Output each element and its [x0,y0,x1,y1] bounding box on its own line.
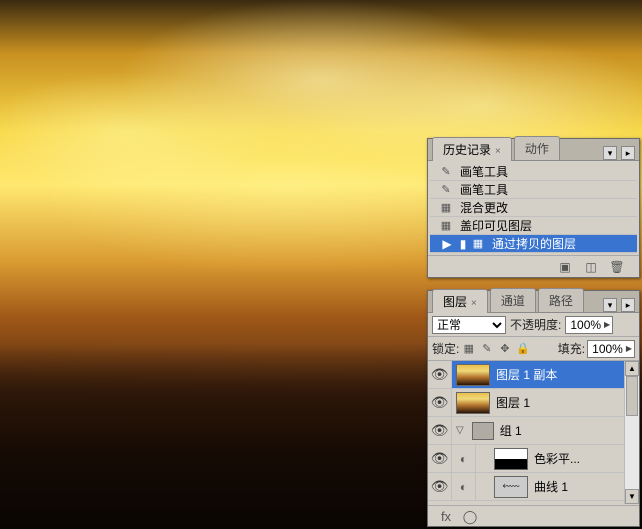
layer-name: 图层 1 [496,394,530,411]
layer-name: 色彩平... [534,450,580,467]
history-label: 画笔工具 [454,163,508,180]
layer-name: 曲线 1 [534,478,568,495]
lock-move-icon[interactable]: ✥ [497,341,512,356]
chevron-right-icon: ▶ [626,344,632,353]
layer-thumb [456,392,490,414]
history-list: ✎ 画笔工具 ✎ 画笔工具 ▦ 混合更改 ▦ 盖印可见图层 ▶ ▮ ▦ 通过拷贝… [428,161,639,255]
layer-name: 组 1 [500,422,522,439]
eye-icon[interactable]: 👁 [431,366,449,383]
history-footer: ▣ ◫ 🗑 [428,255,639,277]
fill-label: 填充: [558,340,585,357]
panel-menu-icon[interactable]: ▸ [621,146,635,160]
fx-icon[interactable]: fx [438,509,454,525]
history-label: 盖印可见图层 [454,217,532,234]
blend-opacity-row: 正常 不透明度: 100%▶ [428,313,639,337]
history-marker: ▮ [456,237,470,251]
tab-close-icon[interactable]: × [471,298,477,309]
lock-label: 锁定: [432,340,459,357]
disclose-icon[interactable]: ▽ [456,425,464,436]
fill-input[interactable]: 100%▶ [587,340,635,358]
opacity-input[interactable]: 100%▶ [565,316,613,334]
scrollbar[interactable]: ▲ ▼ [624,361,639,504]
history-label: 画笔工具 [454,181,508,198]
history-label: 混合更改 [454,199,508,216]
mask-icon[interactable]: ◯ [462,509,478,525]
panel-minimize-icon[interactable]: ▾ [603,146,617,160]
chevron-right-icon: ▶ [604,320,610,329]
new-doc-icon[interactable]: ◫ [583,260,599,274]
panel-menu-icon[interactable]: ▸ [621,298,635,312]
lock-paint-icon[interactable]: ✎ [479,341,494,356]
brush-icon: ✎ [438,165,454,179]
folder-icon [472,422,494,440]
layers-list: 👁 图层 1 副本 👁 图层 1 👁 ▽ 组 1 👁 ◐ 色彩平... 👁 ◐ ⬳… [428,361,639,505]
curves-thumb: ⬳ [494,476,528,498]
tab-close-icon[interactable]: × [495,146,501,157]
opacity-value: 100% [570,318,601,332]
layer-icon: ▦ [470,237,486,251]
eye-icon[interactable]: 👁 [431,450,449,467]
layers-footer: fx ◯ [428,505,639,527]
panel-minimize-icon[interactable]: ▾ [603,298,617,312]
tab-actions[interactable]: 动作 [514,136,560,160]
history-tabs: 历史记录 × 动作 ▾ ▸ [428,139,639,161]
eye-icon[interactable]: 👁 [431,422,449,439]
blend-mode-select[interactable]: 正常 [432,316,506,334]
scroll-down-icon[interactable]: ▼ [625,489,639,504]
eye-icon[interactable]: 👁 [431,478,449,495]
layer-thumb [456,364,490,386]
eye-icon[interactable]: 👁 [431,394,449,411]
history-row[interactable]: ✎ 画笔工具 [430,163,637,181]
scroll-up-icon[interactable]: ▲ [625,361,639,376]
mask-thumb [494,448,528,470]
layer-row[interactable]: 👁 ◐ 色彩平... [428,445,639,473]
history-row[interactable]: ▶ ▮ ▦ 通过拷贝的图层 [430,235,637,253]
snapshot-icon[interactable]: ▣ [557,260,573,274]
opacity-label: 不透明度: [510,316,561,333]
fill-value: 100% [592,342,623,356]
tab-paths[interactable]: 路径 [538,288,584,312]
lock-fill-row: 锁定: ▦ ✎ ✥ 🔒 填充: 100%▶ [428,337,639,361]
scroll-thumb[interactable] [626,376,638,416]
layer-icon: ▦ [438,219,454,233]
history-label: 通过拷贝的图层 [486,235,576,252]
lock-all-icon[interactable]: 🔒 [515,341,530,356]
history-play-icon: ▶ [438,237,456,251]
layer-row[interactable]: 👁 图层 1 [428,389,639,417]
history-row[interactable]: ▦ 混合更改 [430,199,637,217]
tab-history[interactable]: 历史记录 × [432,137,512,161]
tab-history-label: 历史记录 [443,143,491,157]
layer-icon: ▦ [438,201,454,215]
tab-layers-label: 图层 [443,295,467,309]
brush-icon: ✎ [438,183,454,197]
tab-layers[interactable]: 图层 × [432,289,488,313]
history-row[interactable]: ▦ 盖印可见图层 [430,217,637,235]
layer-name: 图层 1 副本 [496,366,557,383]
trash-icon[interactable]: 🗑 [609,260,625,274]
layers-panel: 图层× 通道 路径 ▾ ▸ 正常 不透明度: 100%▶ 锁定: ▦ ✎ ✥ 🔒… [427,290,640,527]
layer-row[interactable]: 👁 ◐ ⬳ 曲线 1 [428,473,639,501]
layers-tabs: 图层 × 通道 路径 ▾ ▸ [428,291,639,313]
tab-channels[interactable]: 通道 [490,288,536,312]
history-row[interactable]: ✎ 画笔工具 [430,181,637,199]
history-panel: 历史记录 × 动作 ▾ ▸ ✎ 画笔工具 ✎ 画笔工具 ▦ 混合更改 ▦ 盖印可见… [427,138,640,278]
layer-row[interactable]: 👁 图层 1 副本 [428,361,639,389]
lock-transparency-icon[interactable]: ▦ [461,341,476,356]
adjust-icon: ◐ [452,473,476,500]
layer-row[interactable]: 👁 ▽ 组 1 [428,417,639,445]
adjust-icon: ◐ [452,445,476,472]
